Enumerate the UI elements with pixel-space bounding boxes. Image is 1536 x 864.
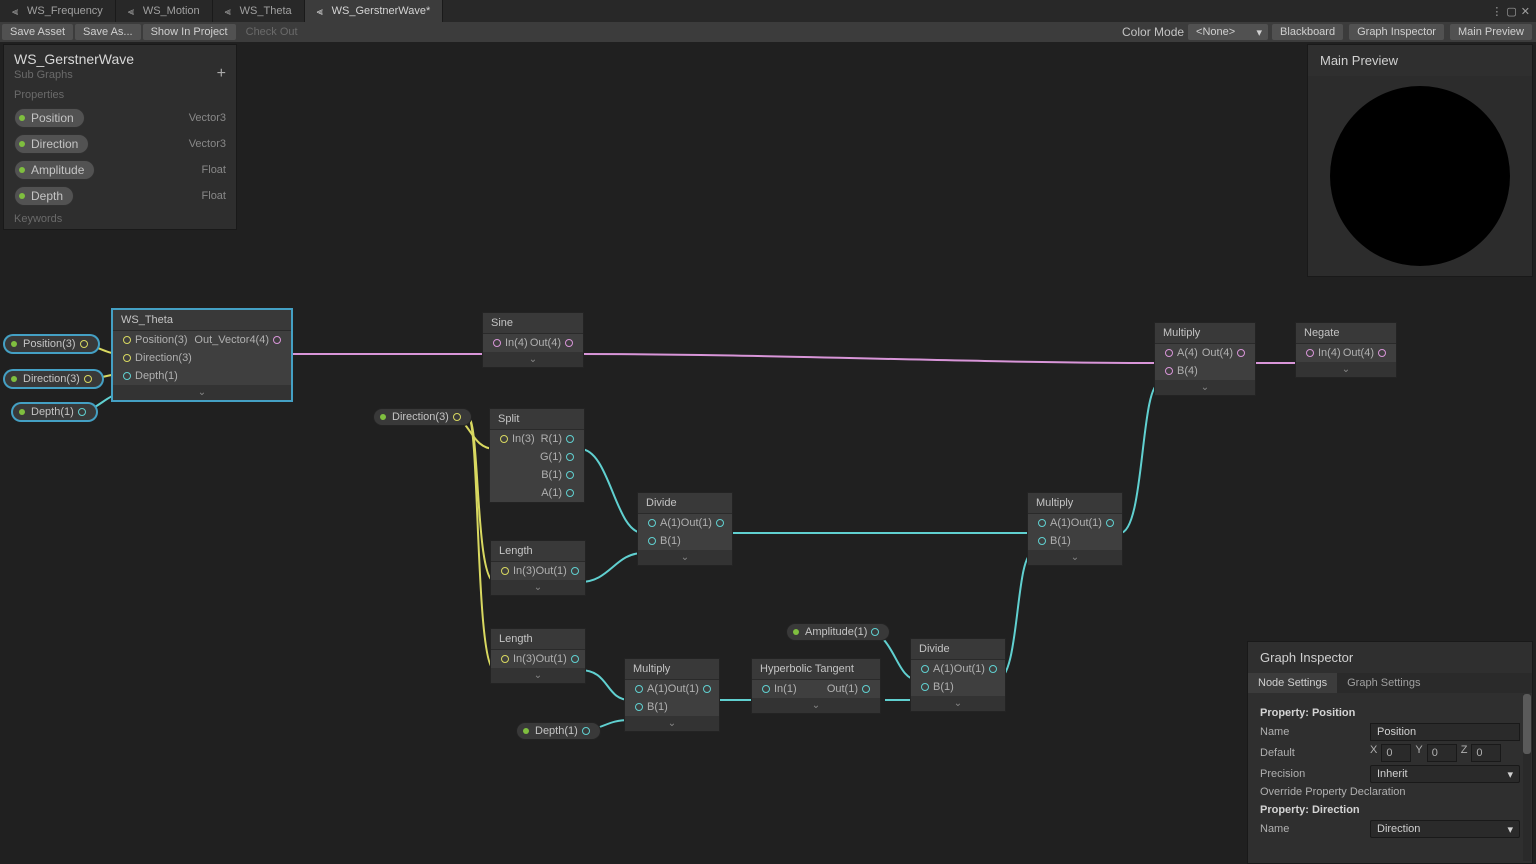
property-position[interactable]: PositionVector3	[4, 105, 236, 131]
node-length2[interactable]: Length In(3)Out(1) ⌄	[490, 628, 586, 684]
token-position[interactable]: Position(3)	[4, 335, 99, 353]
token-direction2[interactable]: Direction(3)	[373, 408, 472, 426]
default-x-field[interactable]: 0	[1381, 744, 1411, 762]
check-out-button: Check Out	[238, 24, 306, 40]
name2-field[interactable]: Direction	[1370, 820, 1520, 838]
main-preview-button[interactable]: Main Preview	[1450, 24, 1532, 40]
node-divide2[interactable]: Divide A(1)Out(1) B(1) ⌄	[910, 638, 1006, 712]
tab-motion[interactable]: ⫷WS_Motion	[116, 0, 213, 22]
color-mode-label: Color Mode	[1122, 25, 1184, 39]
blackboard-subtitle: Sub Graphs	[14, 69, 226, 81]
graph-icon: ⫷	[128, 6, 138, 16]
add-property-button[interactable]: +	[217, 65, 226, 83]
chevron-down-icon[interactable]: ⌄	[1155, 380, 1255, 395]
default-z-field[interactable]: 0	[1471, 744, 1501, 762]
property-position-header: Property: Position	[1260, 707, 1520, 719]
property-direction[interactable]: DirectionVector3	[4, 131, 236, 157]
maximize-icon[interactable]: ▢	[1506, 5, 1516, 18]
save-asset-button[interactable]: Save Asset	[2, 24, 73, 40]
node-multiply3[interactable]: Multiply A(1)Out(1) B(1) ⌄	[1027, 492, 1123, 566]
chevron-down-icon[interactable]: ⌄	[483, 352, 583, 367]
chevron-down-icon[interactable]: ⌄	[113, 385, 291, 400]
close-icon[interactable]: ✕	[1521, 5, 1530, 18]
chevron-down-icon[interactable]: ⌄	[625, 716, 719, 731]
chevron-down-icon[interactable]: ⌄	[491, 668, 585, 683]
tab-frequency[interactable]: ⫷WS_Frequency	[0, 0, 116, 22]
tab-gerstner[interactable]: ⫷WS_GerstnerWave*	[305, 0, 444, 22]
preview-sphere[interactable]	[1330, 86, 1510, 266]
inspector-title: Graph Inspector	[1248, 642, 1532, 673]
chevron-down-icon[interactable]: ⌄	[638, 550, 732, 565]
property-depth[interactable]: DepthFloat	[4, 183, 236, 209]
property-amplitude[interactable]: AmplitudeFloat	[4, 157, 236, 183]
properties-section: Properties	[4, 85, 236, 105]
tab-bar: ⫷WS_Frequency ⫷WS_Motion ⫷WS_Theta ⫷WS_G…	[0, 0, 1536, 22]
default-y-field[interactable]: 0	[1427, 744, 1457, 762]
graph-icon: ⫷	[317, 6, 327, 16]
node-split[interactable]: Split In(3)R(1) G(1) B(1) A(1)	[489, 408, 585, 503]
name-field[interactable]: Position	[1370, 723, 1520, 741]
node-multiply-top[interactable]: Multiply A(4)Out(4) B(4) ⌄	[1154, 322, 1256, 396]
chevron-down-icon[interactable]: ⌄	[1028, 550, 1122, 565]
node-hyperbolic-tangent[interactable]: Hyperbolic Tangent In(1)Out(1) ⌄	[751, 658, 881, 714]
keywords-section: Keywords	[4, 209, 236, 229]
graph-inspector-button[interactable]: Graph Inspector	[1349, 24, 1444, 40]
chevron-down-icon[interactable]: ⌄	[752, 698, 880, 713]
toolbar: Save Asset Save As... Show In Project Ch…	[0, 22, 1536, 42]
chevron-down-icon[interactable]: ⌄	[911, 696, 1005, 711]
show-in-project-button[interactable]: Show In Project	[143, 24, 236, 40]
token-amplitude[interactable]: Amplitude(1)	[786, 623, 890, 641]
property-direction-header: Property: Direction	[1260, 804, 1520, 816]
tab-theta[interactable]: ⫷WS_Theta	[213, 0, 305, 22]
menu-icon[interactable]: ⋮	[1491, 5, 1502, 18]
chevron-down-icon[interactable]: ⌄	[491, 580, 585, 595]
token-direction[interactable]: Direction(3)	[4, 370, 103, 388]
token-depth2[interactable]: Depth(1)	[516, 722, 601, 740]
main-preview-title: Main Preview	[1308, 45, 1532, 76]
blackboard-title: WS_GerstnerWave	[14, 51, 226, 67]
node-length1[interactable]: Length In(3)Out(1) ⌄	[490, 540, 586, 596]
main-preview-panel[interactable]: Main Preview	[1307, 44, 1533, 277]
graph-icon: ⫷	[225, 6, 235, 16]
tab-node-settings[interactable]: Node Settings	[1248, 673, 1337, 693]
chevron-down-icon[interactable]: ⌄	[1296, 362, 1396, 377]
token-depth[interactable]: Depth(1)	[12, 403, 97, 421]
color-mode-dropdown[interactable]: <None>	[1188, 24, 1268, 40]
blackboard-button[interactable]: Blackboard	[1272, 24, 1343, 40]
graph-icon: ⫷	[12, 6, 22, 16]
inspector-scrollbar[interactable]	[1523, 694, 1531, 861]
blackboard-panel[interactable]: WS_GerstnerWave Sub Graphs + Properties …	[3, 44, 237, 230]
node-sine[interactable]: Sine In(4)Out(4) ⌄	[482, 312, 584, 368]
graph-inspector-panel[interactable]: Graph Inspector Node Settings Graph Sett…	[1247, 641, 1533, 864]
node-negate[interactable]: Negate In(4)Out(4) ⌄	[1295, 322, 1397, 378]
node-multiply1[interactable]: Multiply A(1)Out(1) B(1) ⌄	[624, 658, 720, 732]
node-divide1[interactable]: Divide A(1)Out(1) B(1) ⌄	[637, 492, 733, 566]
precision-dropdown[interactable]: Inherit	[1370, 765, 1520, 783]
save-as-button[interactable]: Save As...	[75, 24, 141, 40]
window-controls: ⋮ ▢ ✕	[1491, 0, 1536, 22]
tab-graph-settings[interactable]: Graph Settings	[1337, 673, 1430, 693]
node-ws-theta[interactable]: WS_Theta Position(3)Out_Vector4(4) Direc…	[112, 309, 292, 401]
